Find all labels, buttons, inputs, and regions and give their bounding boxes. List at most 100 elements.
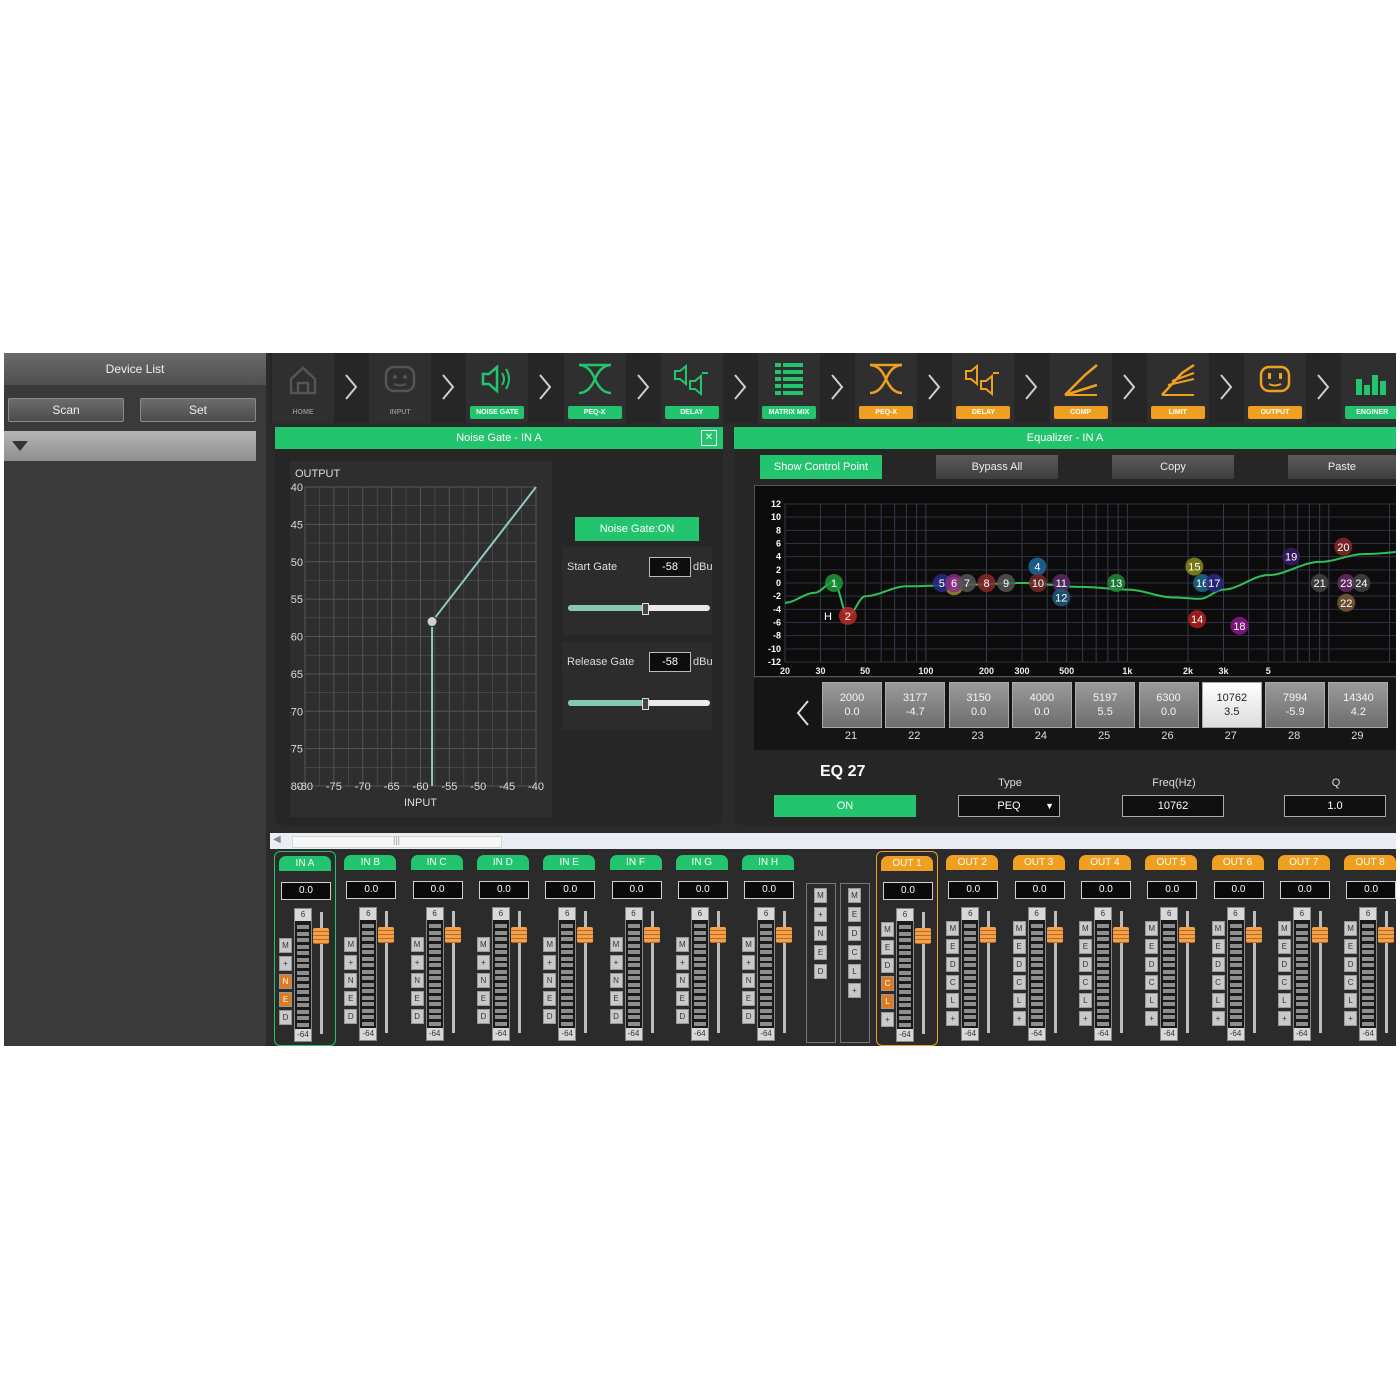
channel-button-l[interactable]: L — [881, 994, 894, 1009]
channel-button-d[interactable]: D — [410, 1009, 424, 1024]
eq-control-point-18[interactable]: 18 — [1230, 616, 1249, 635]
group-button-e[interactable]: E — [814, 945, 827, 960]
channel-gain-input[interactable]: 0.0 — [677, 881, 728, 899]
channel-button-c[interactable]: C — [1012, 975, 1026, 990]
channel-gain-input[interactable]: 0.0 — [883, 882, 933, 900]
channel-button-m[interactable]: M — [344, 937, 358, 952]
channel-name[interactable]: OUT 3 — [1012, 855, 1065, 870]
channel-button-m[interactable]: M — [279, 938, 292, 953]
toolbar-item-output[interactable]: OUTPUT — [1244, 353, 1306, 423]
eq-control-point-2[interactable]: 2 — [838, 606, 857, 625]
toolbar-item-enginer[interactable]: ENGINER — [1341, 353, 1396, 423]
toolbar-item-input[interactable]: INPUT — [369, 353, 432, 423]
freq-input[interactable]: 10762 — [1122, 795, 1224, 817]
channel-button-l[interactable]: L — [1145, 993, 1159, 1008]
chevron-left-icon[interactable] — [794, 698, 814, 728]
group-button-n[interactable]: N — [814, 926, 827, 941]
group-button-m[interactable]: M — [814, 888, 827, 903]
eq-control-point-21[interactable]: 21 — [1310, 574, 1329, 592]
channel-scrollbar[interactable]: ◀ ||| — [270, 833, 1396, 849]
channel-button-d[interactable]: D — [1277, 957, 1291, 972]
fader-handle[interactable] — [915, 928, 931, 944]
eq-control-point-8[interactable]: 8 — [977, 574, 996, 592]
eq-control-point-17[interactable]: 17 — [1205, 574, 1224, 592]
eq-control-point-24[interactable]: 24 — [1352, 574, 1371, 592]
toolbar-item-peq-x[interactable]: PEQ-X — [855, 353, 918, 423]
channel-button-plus[interactable]: + — [279, 956, 292, 971]
channel-button-e[interactable]: E — [476, 991, 490, 1006]
channel-name[interactable]: IN D — [476, 855, 529, 870]
channel-button-l[interactable]: L — [1344, 993, 1358, 1008]
channel-gain-input[interactable]: 0.0 — [1213, 881, 1264, 899]
channel-button-plus[interactable]: + — [344, 955, 358, 970]
fader-handle[interactable] — [1112, 927, 1129, 943]
channel-button-plus[interactable]: + — [742, 955, 756, 970]
channel-name[interactable]: OUT 7 — [1277, 855, 1330, 870]
fader-handle[interactable] — [643, 927, 660, 943]
release-gate-slider[interactable] — [568, 698, 710, 710]
channel-gain-input[interactable]: 0.0 — [744, 881, 795, 899]
channel-button-m[interactable]: M — [1145, 921, 1159, 936]
channel-button-plus[interactable]: + — [881, 1012, 894, 1027]
channel-button-e[interactable]: E — [1344, 939, 1358, 954]
channel-button-m[interactable]: M — [1277, 921, 1291, 936]
eq-control-point-14[interactable]: 14 — [1188, 610, 1207, 629]
eq-band-24[interactable]: 4000 0.0 — [1011, 682, 1072, 728]
expand-triangle-icon[interactable] — [12, 441, 28, 451]
channel-gain-input[interactable]: 0.0 — [281, 882, 331, 900]
channel-gain-input[interactable]: 0.0 — [1080, 881, 1131, 899]
close-icon[interactable]: ✕ — [701, 430, 717, 446]
eq-control-point-7[interactable]: 7 — [957, 574, 976, 592]
channel-button-e[interactable]: E — [1145, 939, 1159, 954]
channel-button-d[interactable]: D — [1012, 957, 1026, 972]
fader-handle[interactable] — [980, 927, 997, 943]
group-button-d[interactable]: D — [814, 964, 827, 979]
channel-button-d[interactable]: D — [1211, 957, 1225, 972]
channel-name[interactable]: OUT 4 — [1078, 855, 1131, 870]
fader-handle[interactable] — [776, 927, 793, 943]
channel-gain-input[interactable]: 0.0 — [1147, 881, 1198, 899]
eq-band-22[interactable]: 3177 -4.7 — [885, 682, 946, 728]
paste-button[interactable]: Paste — [1288, 455, 1396, 479]
start-gate-slider[interactable] — [568, 603, 710, 615]
channel-button-c[interactable]: C — [1145, 975, 1159, 990]
channel-button-n[interactable]: N — [279, 974, 292, 989]
channel-button-d[interactable]: D — [1078, 957, 1092, 972]
channel-button-e[interactable]: E — [675, 991, 689, 1006]
start-gate-slider-handle[interactable] — [641, 603, 649, 615]
toolbar-item-peq-x[interactable]: PEQ-X — [563, 353, 626, 423]
eq-control-point-19[interactable]: 19 — [1282, 547, 1301, 566]
channel-name[interactable]: OUT 5 — [1145, 855, 1198, 870]
channel-name[interactable]: IN A — [279, 856, 331, 871]
channel-button-e[interactable]: E — [1277, 939, 1291, 954]
fader-handle[interactable] — [1179, 927, 1196, 943]
channel-button-c[interactable]: C — [1078, 975, 1092, 990]
toolbar-item-comp[interactable]: COMP — [1049, 353, 1112, 423]
channel-button-d[interactable]: D — [476, 1009, 490, 1024]
fader-handle[interactable] — [378, 927, 395, 943]
group-button-d[interactable]: D — [848, 926, 861, 941]
channel-button-d[interactable]: D — [279, 1010, 292, 1025]
eq-control-point-13[interactable]: 13 — [1107, 574, 1126, 592]
channel-button-d[interactable]: D — [675, 1009, 689, 1024]
toolbar-item-delay[interactable]: DELAY — [660, 353, 723, 423]
eq-on-button[interactable]: ON — [774, 795, 916, 817]
channel-button-d[interactable]: D — [881, 958, 894, 973]
fader-handle[interactable] — [577, 927, 594, 943]
channel-button-d[interactable]: D — [946, 957, 960, 972]
channel-button-m[interactable]: M — [609, 937, 623, 952]
eq-control-point-20[interactable]: 20 — [1334, 537, 1353, 556]
channel-gain-input[interactable]: 0.0 — [346, 881, 397, 899]
channel-button-n[interactable]: N — [543, 973, 557, 988]
channel-button-c[interactable]: C — [1344, 975, 1358, 990]
show-control-point-button[interactable]: Show Control Point — [760, 455, 882, 479]
toolbar-item-noise-gate[interactable]: NOISE GATE — [466, 353, 529, 423]
channel-name[interactable]: OUT 8 — [1344, 855, 1396, 870]
fader-handle[interactable] — [1311, 927, 1328, 943]
channel-button-d[interactable]: D — [742, 1009, 756, 1024]
channel-button-m[interactable]: M — [742, 937, 756, 952]
channel-name[interactable]: IN F — [609, 855, 662, 870]
channel-button-plus[interactable]: + — [675, 955, 689, 970]
eq-band-26[interactable]: 6300 0.0 — [1138, 682, 1199, 728]
channel-gain-input[interactable]: 0.0 — [611, 881, 662, 899]
